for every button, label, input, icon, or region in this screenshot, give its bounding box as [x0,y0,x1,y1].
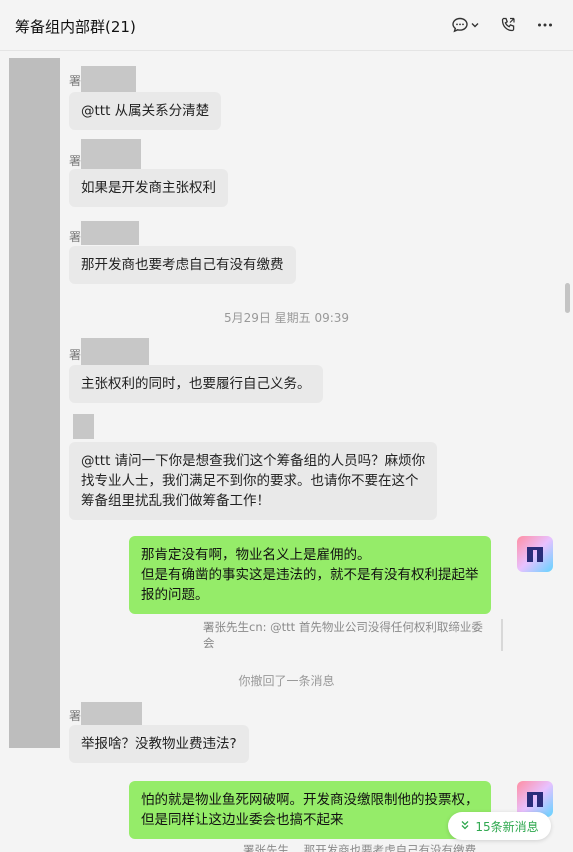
redacted-sender-name [81,702,142,727]
new-messages-button[interactable]: 15条新消息 [448,812,551,840]
redacted-sender-name [81,139,141,169]
sender-name: 署 [69,74,82,88]
more-dots-icon[interactable] [534,14,556,36]
message-bubble-outgoing[interactable]: 怕的就是物业鱼死网破啊。开发商没缴限制他的投票权， 但是同样让这边业委会也搞不起… [129,781,491,839]
redacted-sender-name [81,66,136,92]
redacted-sender-name [81,221,139,245]
sender-name: 署 [69,348,82,362]
phone-icon[interactable] [497,14,519,36]
chevron-down-icon[interactable] [468,14,482,36]
redacted-sender-name [73,414,94,439]
quoted-reply-partial[interactable]: 署张先生... 那开发商也要考虑自己有没有缴费 [243,842,503,852]
sender-name: 署 [69,709,82,723]
redacted-sender-name [81,338,149,365]
sender-name: 署 [69,230,82,244]
redacted-avatar-column [9,58,60,748]
message-bubble[interactable]: 那开发商也要考虑自己有没有缴费 [69,246,296,284]
message-bubble[interactable]: 主张权利的同时，也要履行自己义务。 [69,365,323,403]
message-bubble[interactable]: @ttt 请问一下你是想查我们这个筹备组的人员吗？麻烦你 找专业人士，我们满足不… [69,442,438,520]
message-bubble[interactable]: 如果是开发商主张权利 [69,169,228,207]
scrollbar-thumb[interactable] [565,283,570,313]
double-chevron-down-icon [460,819,470,833]
chat-header: 筹备组内部群(21) [0,0,573,51]
sender-name: 署 [69,154,82,168]
timestamp: 5月29日 星期五 09:39 [223,311,350,325]
message-bubble[interactable]: 举报啥？没教物业费违法? [69,725,249,763]
message-bubble[interactable]: @ttt 从属关系分清楚 [69,92,222,130]
new-messages-label: 15条新消息 [475,819,539,834]
recall-notice: 你撤回了一条消息 [238,674,335,688]
chat-title[interactable]: 筹备组内部群(21) [15,16,136,37]
self-avatar[interactable] [517,536,553,572]
quoted-reply[interactable]: 署张先生cn: @ttt 首先物业公司没得任何权利取缔业委 会 [203,619,503,651]
chat-message-list[interactable]: 署 @ttt 从属关系分清楚 署 如果是开发商主张权利 署 那开发商也要考虑自己… [0,52,573,852]
message-bubble-outgoing[interactable]: 那肯定没有啊，物业名义上是雇佣的。 但是有确凿的事实这是违法的，就不是有没有权利… [129,536,491,614]
